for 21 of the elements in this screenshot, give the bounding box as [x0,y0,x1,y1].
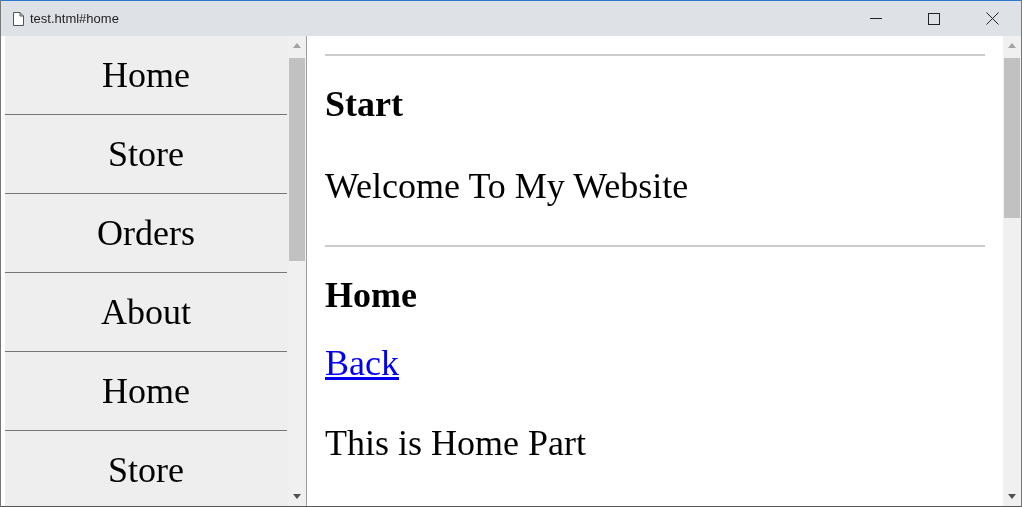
nav-link[interactable]: Home [102,370,190,412]
section-heading: Start [325,83,404,125]
nav-link[interactable]: Home [102,54,190,96]
document-icon [13,11,24,26]
nav-link[interactable]: Store [108,449,184,491]
back-link[interactable]: Back [325,343,399,383]
scroll-down-icon[interactable] [1008,494,1016,499]
scroll-down-icon[interactable] [293,494,301,499]
paragraph-text: Welcome To My Website [325,165,690,207]
maximize-icon [928,12,940,25]
scroll-up-icon[interactable] [293,43,301,48]
nav-link[interactable]: About [101,291,191,333]
close-icon [985,12,999,25]
window-title: test.html#home [30,11,120,26]
scrollbar[interactable] [1003,36,1021,506]
scroll-up-icon[interactable] [1008,43,1016,48]
nav-link[interactable]: Store [108,133,184,175]
nav-link[interactable]: Orders [97,212,195,254]
section-heading: Home [325,274,418,316]
paragraph-text: This is Home Part [325,422,587,464]
minimize-icon [870,18,882,19]
